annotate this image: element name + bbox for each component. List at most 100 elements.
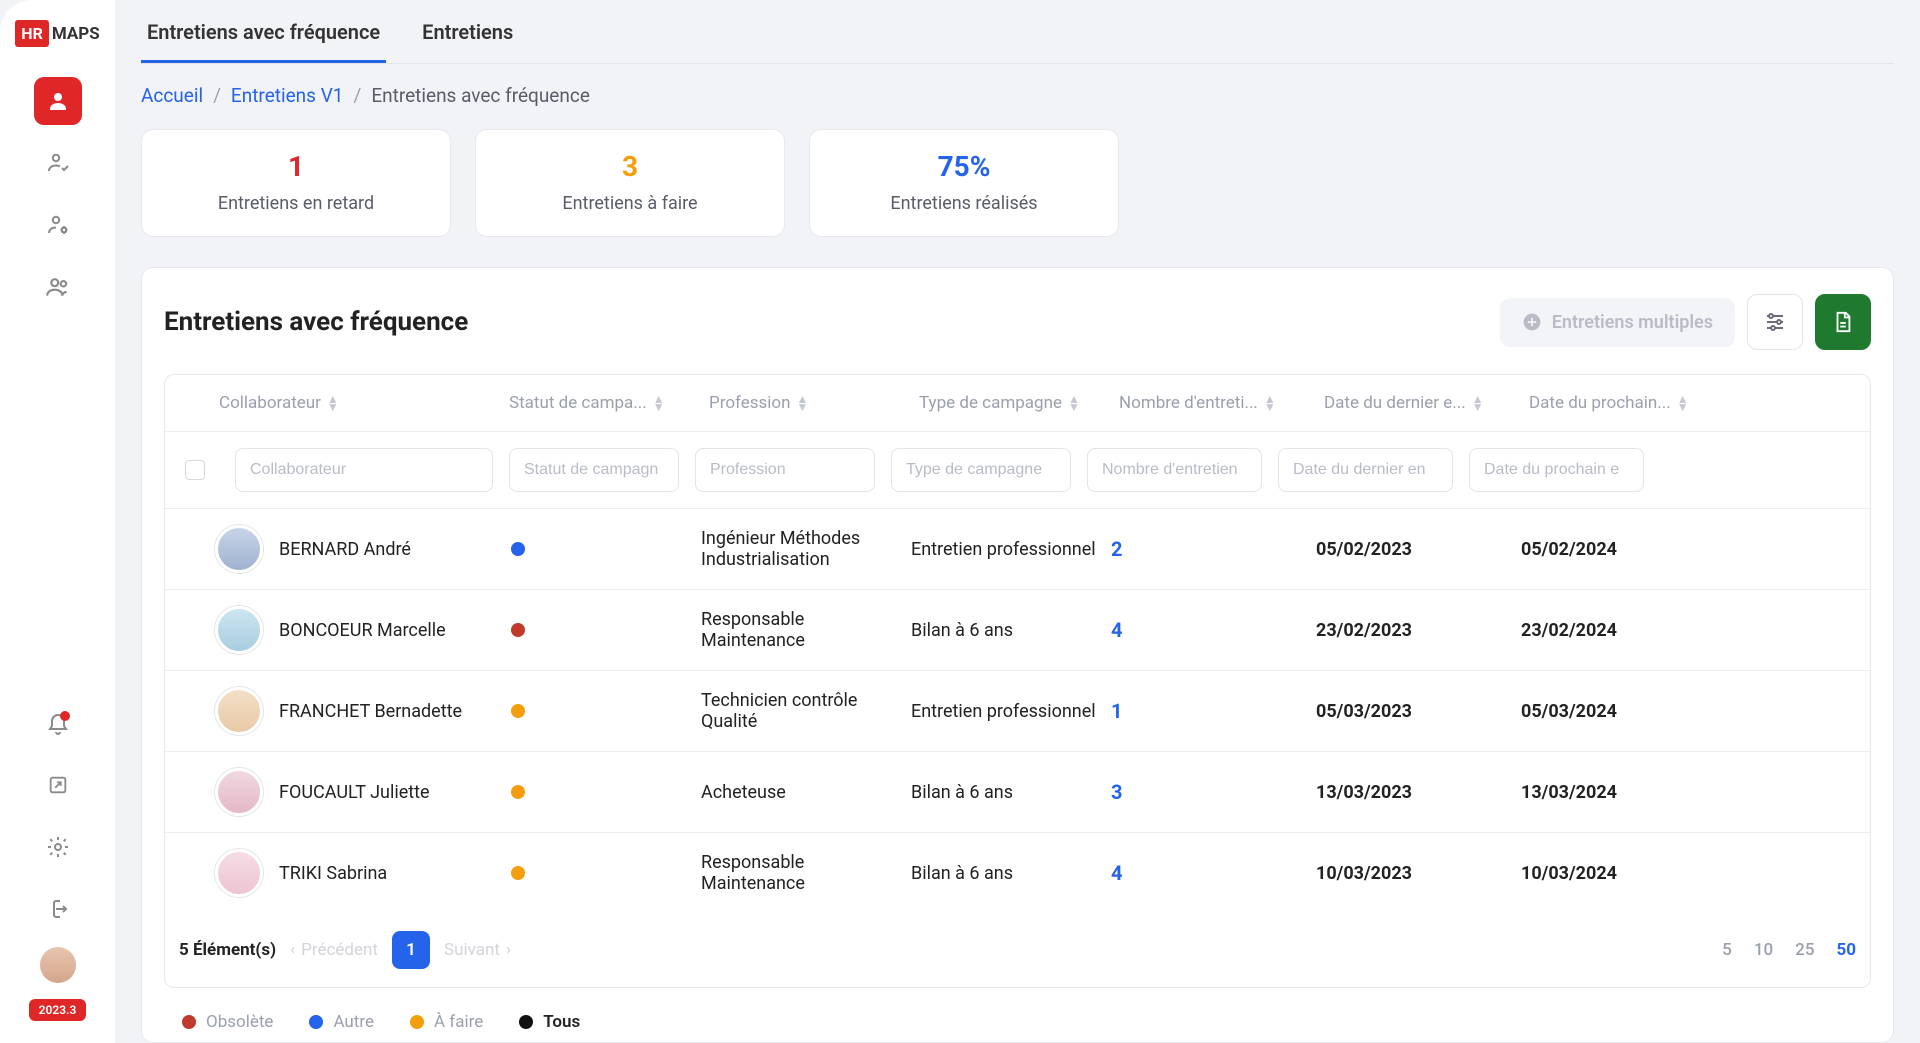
legend-dot: [309, 1015, 323, 1029]
filter-d2[interactable]: [1469, 448, 1644, 492]
nav-external[interactable]: [34, 761, 82, 809]
legend-label: À faire: [434, 1012, 483, 1032]
sliders-icon: [1763, 310, 1787, 334]
avatar: [215, 849, 263, 897]
collab-name: BERNARD André: [279, 539, 411, 560]
collab-name: FOUCAULT Juliette: [279, 782, 430, 803]
size-50[interactable]: 50: [1836, 940, 1856, 960]
tab-entretiens[interactable]: Entretiens: [416, 0, 519, 63]
avatar: [215, 525, 263, 573]
breadcrumb-mid[interactable]: Entretiens V1: [231, 84, 344, 107]
interview-count[interactable]: 2: [1111, 537, 1122, 561]
sort-icon: ▲▼: [1472, 395, 1484, 412]
nav-logout[interactable]: [34, 885, 82, 933]
nav-people[interactable]: [34, 139, 82, 187]
filter-row: [165, 432, 1870, 509]
th-status[interactable]: Statut de campa...▲▼: [501, 393, 701, 413]
last-date: 10/03/2023: [1316, 863, 1521, 884]
breadcrumb-sep: /: [353, 84, 361, 107]
status-dot: [511, 785, 525, 799]
interview-count[interactable]: 4: [1111, 618, 1122, 642]
stat-value: 1: [152, 150, 440, 183]
table-header: Collaborateur▲▼ Statut de campa...▲▼ Pro…: [165, 375, 1870, 432]
table-row[interactable]: BERNARD André Ingénieur Méthodes Industri…: [165, 509, 1870, 590]
pager-count: 5 Élément(s): [179, 940, 276, 960]
th-type[interactable]: Type de campagne▲▼: [911, 393, 1111, 413]
nav-settings[interactable]: [34, 823, 82, 871]
filter-type[interactable]: [891, 448, 1071, 492]
nav-people-gear[interactable]: [34, 201, 82, 249]
interview-count[interactable]: 1: [1111, 699, 1122, 723]
filter-status[interactable]: [509, 448, 679, 492]
pager-next: Suivant ›: [444, 940, 511, 960]
stat-label: Entretiens en retard: [152, 193, 440, 214]
nav-user-active[interactable]: [34, 77, 82, 125]
th-prof[interactable]: Profession▲▼: [701, 393, 911, 413]
notifications-button[interactable]: [34, 701, 82, 749]
legend-item[interactable]: Tous: [519, 1012, 580, 1032]
person-check-icon: [46, 151, 70, 175]
interview-count[interactable]: 3: [1111, 780, 1122, 804]
avatar: [215, 687, 263, 735]
next-date: 10/03/2024: [1521, 863, 1701, 884]
sort-icon: ▲▼: [1677, 395, 1689, 412]
sort-icon: ▲▼: [797, 395, 809, 412]
multi-label: Entretiens multiples: [1552, 312, 1713, 333]
nav-group[interactable]: [34, 263, 82, 311]
legend-label: Autre: [333, 1012, 374, 1032]
filter-collab[interactable]: [235, 448, 493, 492]
size-10[interactable]: 10: [1754, 940, 1773, 960]
user-avatar[interactable]: [40, 947, 76, 983]
pager-prev: ‹ Précédent: [290, 940, 378, 960]
legend-item[interactable]: Autre: [309, 1012, 374, 1032]
campaign-type: Bilan à 6 ans: [911, 782, 1111, 803]
filter-d1[interactable]: [1278, 448, 1453, 492]
legend-dot: [519, 1015, 533, 1029]
filter-num[interactable]: [1087, 448, 1262, 492]
filters-button[interactable]: [1747, 294, 1803, 350]
breadcrumb-home[interactable]: Accueil: [141, 84, 203, 107]
main-content: Entretiens avec fréquence Entretiens Acc…: [115, 0, 1920, 1043]
gear-icon: [46, 835, 70, 859]
breadcrumb-sep: /: [213, 84, 221, 107]
last-date: 13/03/2023: [1316, 782, 1521, 803]
sidebar: HR MAPS 2023.3: [0, 0, 115, 1043]
select-all-checkbox[interactable]: [185, 460, 205, 480]
stats-row: 1 Entretiens en retard 3 Entretiens à fa…: [141, 129, 1894, 237]
legend: Obsolète Autre À faire Tous: [164, 988, 1871, 1032]
table-row[interactable]: FOUCAULT Juliette AcheteuseBilan à 6 ans3…: [165, 752, 1870, 833]
logo-box: HR: [15, 20, 49, 47]
table-row[interactable]: TRIKI SabrinaResponsable MaintenanceBila…: [165, 833, 1870, 913]
table-row[interactable]: BONCOEUR MarcelleResponsable Maintenance…: [165, 590, 1870, 671]
th-d1[interactable]: Date du dernier e...▲▼: [1316, 393, 1521, 413]
collab-name: TRIKI Sabrina: [279, 863, 387, 884]
plus-icon: [1522, 312, 1542, 332]
external-icon: [47, 774, 69, 796]
profession: Acheteuse: [701, 782, 911, 803]
export-button[interactable]: [1815, 294, 1871, 350]
group-icon: [45, 274, 71, 300]
status-dot: [511, 704, 525, 718]
logo-text: MAPS: [52, 24, 100, 44]
th-num[interactable]: Nombre d'entreti...▲▼: [1111, 393, 1316, 413]
legend-item[interactable]: Obsolète: [182, 1012, 273, 1032]
filter-prof[interactable]: [695, 448, 875, 492]
status-dot: [511, 866, 525, 880]
legend-label: Tous: [543, 1012, 580, 1032]
tab-frequency[interactable]: Entretiens avec fréquence: [141, 0, 386, 63]
tabs: Entretiens avec fréquence Entretiens: [141, 0, 1894, 64]
status-dot: [511, 542, 525, 556]
th-collab[interactable]: Collaborateur▲▼: [171, 393, 501, 413]
size-5[interactable]: 5: [1722, 940, 1732, 960]
next-date: 05/03/2024: [1521, 701, 1701, 722]
avatar: [215, 606, 263, 654]
table-row[interactable]: FRANCHET BernadetteTechnicien contrôle Q…: [165, 671, 1870, 752]
version-badge: 2023.3: [29, 999, 87, 1021]
pager-current[interactable]: 1: [392, 931, 430, 969]
interview-count[interactable]: 4: [1111, 861, 1122, 885]
profession: Ingénieur Méthodes Industrialisation: [701, 528, 911, 570]
th-d2[interactable]: Date du prochain...▲▼: [1521, 393, 1701, 413]
size-25[interactable]: 25: [1795, 940, 1814, 960]
breadcrumb-current: Entretiens avec fréquence: [371, 84, 590, 107]
legend-item[interactable]: À faire: [410, 1012, 483, 1032]
